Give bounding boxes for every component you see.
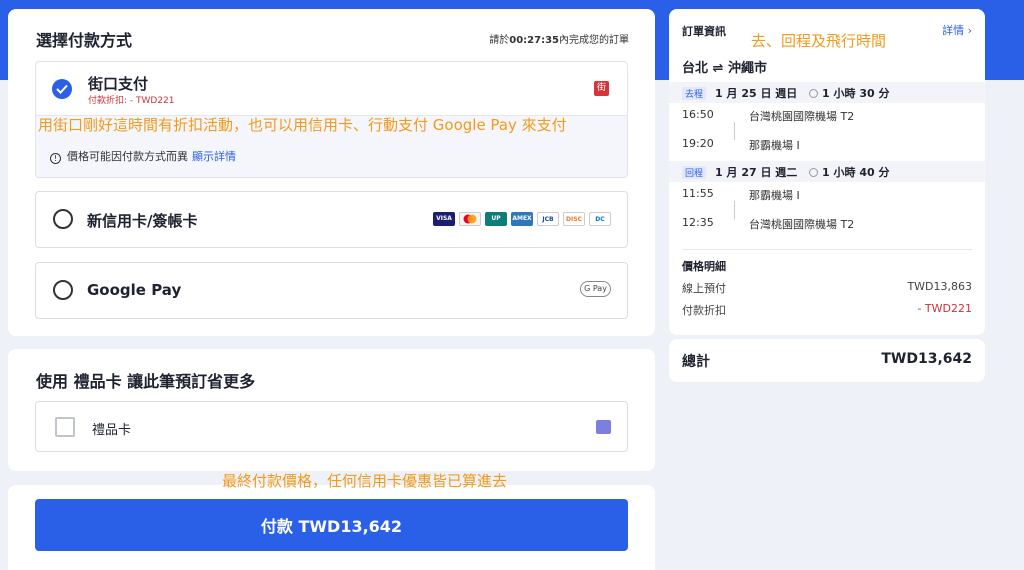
deadline-text: 請於00:27:35內完成您的訂單 — [489, 35, 629, 46]
outbound-arr-time: 19:20 — [682, 137, 714, 150]
option-label-google-pay: Google Pay — [87, 281, 182, 299]
return-arr-airport: 台灣桃園國際機場 T2 — [749, 218, 855, 231]
outbound-arr-airport: 那霸機場 I — [749, 139, 800, 152]
payment-title: 選擇付款方式 — [36, 31, 133, 50]
outbound-date: 1 月 25 日 週日 — [715, 87, 798, 100]
discover-icon: DISC — [563, 212, 585, 226]
return-tag: 回程 — [682, 166, 707, 179]
pay-bar: 付款 TWD13,642 — [8, 485, 655, 570]
online-prepay-label: 線上預付 — [682, 282, 726, 295]
outbound-leg-header: 去程 1 月 25 日 週日 1 小時 30 分 — [669, 82, 985, 103]
total-card: 總計 TWD13,642 — [669, 339, 985, 382]
pay-button[interactable]: 付款 TWD13,642 — [35, 499, 628, 551]
show-details-link[interactable]: 顯示詳情 — [192, 150, 236, 163]
google-pay-icon: G Pay — [580, 281, 611, 297]
outbound-dep-airport: 台灣桃園國際機場 T2 — [749, 110, 855, 123]
payment-method-card: 選擇付款方式 請於00:27:35內完成您的訂單 街口支付 付款折扣: - TW… — [8, 9, 655, 336]
card-logos: VISA UP AMEX JCB DISC DC — [433, 212, 611, 226]
clock-icon — [809, 168, 818, 177]
gift-card-section: 使用 禮品卡 讓此筆預訂省更多 禮品卡 — [8, 349, 655, 471]
jkopay-logo-icon: 街 — [594, 81, 609, 96]
radio-unchecked-icon[interactable] — [53, 209, 73, 229]
payment-discount-value: - TWD221 — [917, 302, 972, 315]
payment-option-google-pay[interactable]: Google Pay G Pay — [35, 262, 628, 319]
deadline-timer: 00:27:35 — [509, 35, 559, 46]
summary-title: 訂單資訊 — [682, 25, 726, 38]
gift-title: 使用 禮品卡 讓此筆預訂省更多 — [36, 372, 256, 391]
mastercard-icon — [459, 212, 481, 226]
price-note: ! 價格可能因付款方式而異 顯示詳情 — [50, 148, 236, 164]
payment-option-credit-card[interactable]: 新信用卡/簽帳卡 VISA UP AMEX JCB DISC DC — [35, 191, 628, 248]
unionpay-icon: UP — [485, 212, 507, 226]
gift-card-checkbox[interactable] — [55, 417, 75, 437]
outbound-tag: 去程 — [682, 87, 707, 100]
jkopay-discount: 付款折扣: - TWD221 — [88, 96, 175, 106]
return-dep-time: 11:55 — [682, 187, 714, 200]
details-link[interactable]: 詳情 › — [942, 22, 972, 38]
annotation-final-price: 最終付款價格，任何信用卡優惠皆已算進去 — [222, 472, 508, 490]
flight-line — [734, 122, 735, 140]
route-title: 台北 ⇌ 沖繩市 — [682, 61, 767, 76]
payment-discount-label: 付款折扣 — [682, 304, 726, 317]
radio-unchecked-icon[interactable] — [53, 280, 73, 300]
return-dep-airport: 那霸機場 I — [749, 189, 800, 202]
gift-icon — [596, 420, 611, 434]
total-label: 總計 — [682, 354, 710, 370]
online-prepay-value: TWD13,863 — [907, 280, 972, 293]
diners-icon: DC — [589, 212, 611, 226]
jcb-icon: JCB — [537, 212, 559, 226]
gift-card-option[interactable]: 禮品卡 — [35, 401, 628, 452]
annotation-jkopay: 用街口剛好這時間有折扣活動，也可以用信用卡、行動支付 Google Pay 來支… — [38, 116, 567, 134]
outbound-duration: 1 小時 30 分 — [809, 85, 889, 101]
price-breakdown-title: 價格明細 — [682, 260, 726, 273]
option-label-jkopay: 街口支付 — [88, 75, 149, 93]
annotation-flight: 去、回程及飛行時間 — [751, 32, 887, 50]
return-duration: 1 小時 40 分 — [809, 164, 889, 180]
flight-line — [734, 201, 735, 219]
option-label-credit-card: 新信用卡/簽帳卡 — [87, 212, 198, 230]
total-value: TWD13,642 — [881, 351, 972, 367]
gift-card-label: 禮品卡 — [92, 423, 132, 438]
return-arr-time: 12:35 — [682, 216, 714, 229]
amex-icon: AMEX — [511, 212, 533, 226]
order-summary-card: 訂單資訊 詳情 › 台北 ⇌ 沖繩市 去程 1 月 25 日 週日 1 小時 3… — [669, 9, 985, 335]
info-icon: ! — [50, 153, 61, 164]
return-leg-header: 回程 1 月 27 日 週二 1 小時 40 分 — [669, 161, 985, 182]
clock-icon — [809, 89, 818, 98]
divider — [682, 249, 972, 250]
visa-icon: VISA — [433, 212, 455, 226]
return-date: 1 月 27 日 週二 — [715, 166, 798, 179]
outbound-dep-time: 16:50 — [682, 108, 714, 121]
radio-checked-icon[interactable] — [52, 79, 72, 99]
